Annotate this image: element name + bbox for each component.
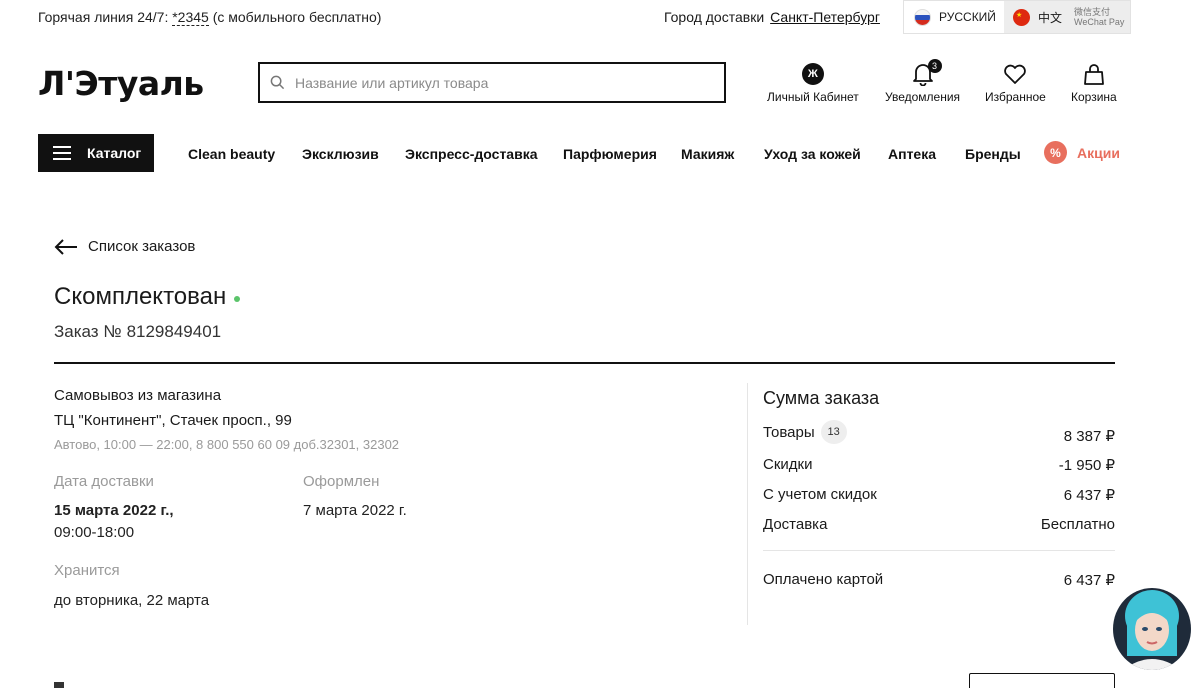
stored-label: Хранится xyxy=(54,562,120,579)
order-status-text: Скомплектован xyxy=(54,283,227,310)
bottom-text-fragment xyxy=(54,682,64,688)
summary-paid-value: 6 437 ₽ xyxy=(1063,572,1115,589)
items-count-badge: 13 xyxy=(820,420,847,444)
column-divider xyxy=(747,383,748,625)
cart-label: Корзина xyxy=(1071,90,1117,104)
section-divider xyxy=(54,362,1115,364)
language-switcher: РУССКИЙ 中文 微信支付 WeChat Pay xyxy=(903,0,1131,34)
summary-with-discount-label: С учетом скидок xyxy=(763,486,877,503)
summary-divider xyxy=(763,550,1115,551)
summary-items-value: 8 387 ₽ xyxy=(1063,428,1115,445)
lang-cn-label: 中文 xyxy=(1038,10,1063,25)
nav-item-makeup[interactable]: Макияж xyxy=(681,146,734,162)
pickup-info: Автово, 10:00 — 22:00, 8 800 550 60 09 д… xyxy=(54,437,400,452)
stored-until: до вторника, 22 марта xyxy=(54,592,210,609)
back-to-orders-link[interactable]: Список заказов xyxy=(54,238,195,255)
nav-item-pharmacy[interactable]: Аптека xyxy=(888,146,936,162)
summary-discount-label: Скидки xyxy=(763,456,813,473)
catalog-button[interactable]: Каталог xyxy=(38,134,154,172)
summary-paid-label: Оплачено картой xyxy=(763,571,884,588)
delivery-date: 15 марта 2022 г., xyxy=(54,502,174,519)
summary-items-label: Товары 13 xyxy=(763,420,847,444)
order-number: Заказ № 8129849401 xyxy=(54,322,221,342)
summary-delivery-value: Бесплатно xyxy=(1040,516,1115,533)
status-indicator-dot xyxy=(234,296,241,302)
delivery-date-label: Дата доставки xyxy=(54,473,154,490)
delivery-time: 09:00-18:00 xyxy=(54,524,135,541)
lang-ru-button[interactable]: РУССКИЙ xyxy=(904,1,1004,33)
summary-with-discount-value: 6 437 ₽ xyxy=(1063,487,1115,504)
wechat-pay-logo: 微信支付 WeChat Pay xyxy=(1074,7,1124,27)
favorites-label: Избранное xyxy=(985,90,1046,104)
search-icon xyxy=(270,75,285,90)
assistant-avatar-icon xyxy=(1113,588,1191,670)
top-bar: Горячая линия 24/7: *2345 (с мобильного … xyxy=(0,0,1200,34)
created-label: Оформлен xyxy=(303,473,380,490)
china-flag-icon xyxy=(1013,8,1030,26)
nav-item-express-delivery[interactable]: Экспресс-доставка xyxy=(405,146,538,162)
bottom-action-button[interactable] xyxy=(969,673,1115,688)
heart-icon xyxy=(1004,64,1027,84)
created-date: 7 марта 2022 г. xyxy=(303,502,407,519)
nav-item-clean-beauty[interactable]: Clean beauty xyxy=(188,146,275,162)
nav-item-brands[interactable]: Бренды xyxy=(965,146,1021,162)
nav-item-skincare[interactable]: Уход за кожей xyxy=(764,146,861,162)
back-label: Список заказов xyxy=(88,238,196,255)
arrow-left-icon xyxy=(54,238,77,255)
percent-icon: % xyxy=(1044,141,1067,164)
items-label-text: Товары xyxy=(763,423,815,441)
chat-assistant-avatar[interactable] xyxy=(1113,588,1191,670)
nav-item-promo[interactable]: % Акции xyxy=(1044,141,1120,164)
account-label: Личный Кабинет xyxy=(767,90,859,104)
pickup-title: Самовывоз из магазина xyxy=(54,387,222,404)
menu-icon xyxy=(53,146,71,160)
russia-flag-icon xyxy=(914,8,931,26)
wechat-line1: 微信支付 xyxy=(1074,7,1111,17)
summary-title: Сумма заказа xyxy=(763,388,880,408)
promo-label: Акции xyxy=(1077,144,1120,161)
order-number-value: 8129849401 xyxy=(126,322,222,341)
nav-item-exclusive[interactable]: Эксклюзив xyxy=(302,146,379,162)
search-input[interactable] xyxy=(295,74,715,91)
site-logo[interactable]: Л'Этуаль xyxy=(38,64,204,103)
account-button[interactable]: Ж Личный Кабинет xyxy=(767,61,859,104)
notifications-badge: 3 xyxy=(927,59,942,73)
summary-discount-value: -1 950 ₽ xyxy=(1058,457,1115,474)
wechat-line2: WeChat Pay xyxy=(1074,17,1125,27)
notifications-button[interactable]: 3 Уведомления xyxy=(885,59,961,104)
hotline: Горячая линия 24/7: *2345 (с мобильного … xyxy=(38,9,382,26)
order-number-label: Заказ № xyxy=(54,322,122,341)
nav-item-perfumery[interactable]: Парфюмерия xyxy=(563,146,657,162)
bag-icon xyxy=(1083,64,1104,85)
hotline-prefix: Горячая линия 24/7: xyxy=(38,9,169,25)
favorites-button[interactable]: Избранное xyxy=(985,61,1046,104)
delivery-city: Город доставки Санкт-Петербург xyxy=(664,9,880,25)
city-selector-link[interactable]: Санкт-Петербург xyxy=(770,9,880,25)
lang-ru-label: РУССКИЙ xyxy=(939,10,996,24)
order-status: Скомплектован xyxy=(54,283,241,311)
catalog-label: Каталог xyxy=(87,145,142,161)
notifications-label: Уведомления xyxy=(885,90,961,104)
search-bar[interactable] xyxy=(258,62,726,103)
hotline-suffix: (с мобильного бесплатно) xyxy=(212,9,382,25)
city-label: Город доставки xyxy=(664,9,765,25)
pickup-address: ТЦ "Континент", Стачек просп., 99 xyxy=(54,412,292,429)
cart-button[interactable]: Корзина xyxy=(1071,61,1117,104)
account-icon: Ж xyxy=(801,63,824,85)
summary-delivery-label: Доставка xyxy=(763,516,828,533)
lang-cn-button[interactable]: 中文 微信支付 WeChat Pay xyxy=(1004,1,1130,33)
hotline-phone-link[interactable]: *2345 xyxy=(172,9,209,26)
